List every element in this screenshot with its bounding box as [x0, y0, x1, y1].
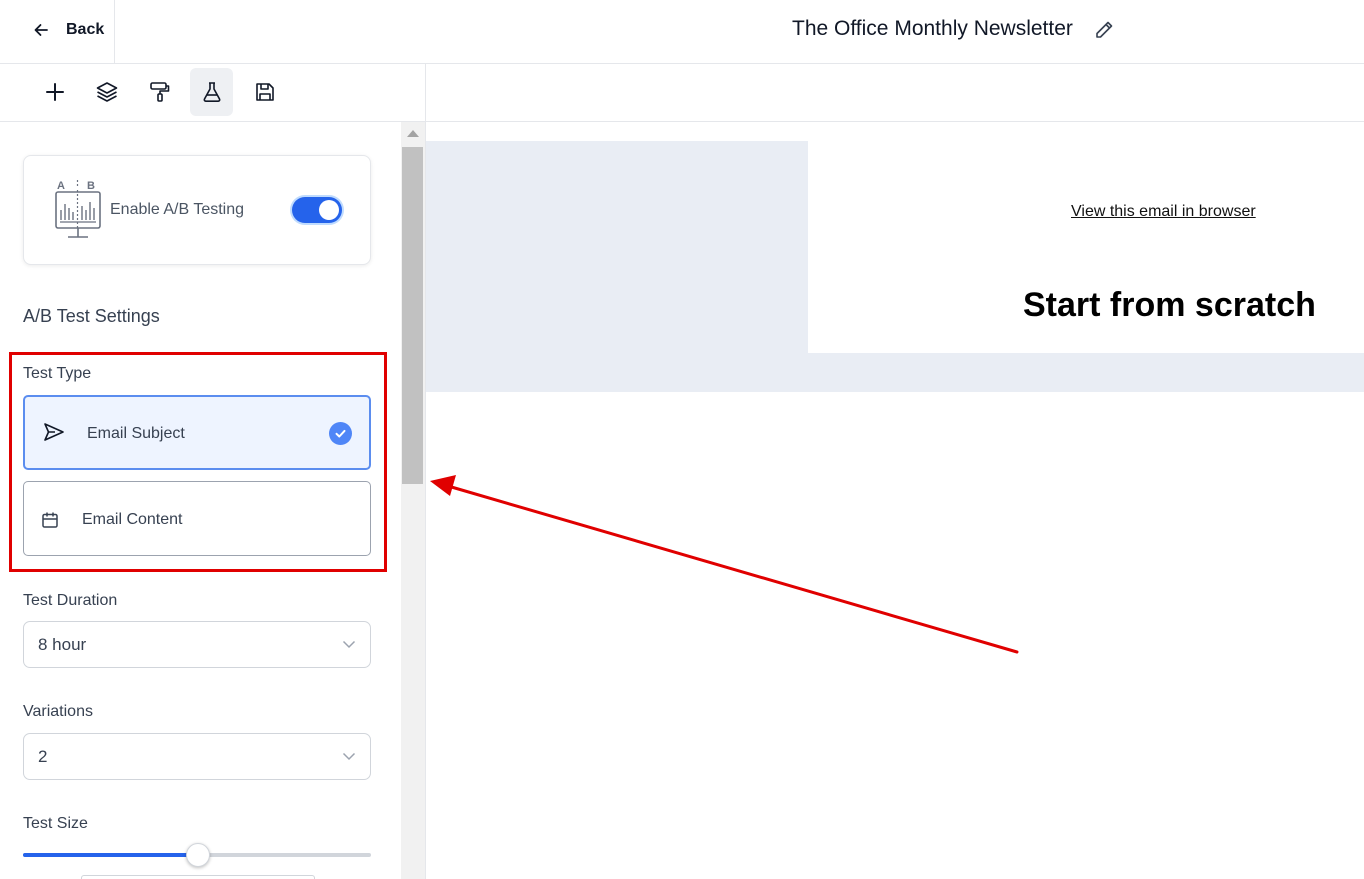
email-headline: Start from scratch — [1023, 286, 1316, 324]
scrollbar-thumb[interactable] — [402, 147, 423, 484]
back-label: Back — [66, 21, 105, 38]
layers-icon — [96, 82, 117, 102]
ab-settings-heading: A/B Test Settings — [23, 306, 160, 326]
ab-test-button[interactable] — [190, 68, 233, 116]
test-duration-select[interactable]: 8 hour — [23, 621, 371, 668]
view-in-browser-link[interactable]: View this email in browser — [1071, 203, 1256, 221]
toggle-knob — [319, 200, 339, 220]
ab-settings-sidebar: A B Enable A/B Testing A/B Test Settings… — [0, 122, 400, 879]
enable-ab-testing-label: Enable A/B Testing — [110, 201, 245, 218]
add-block-button[interactable] — [33, 68, 76, 116]
add-icon — [45, 83, 64, 101]
chevron-down-icon — [342, 640, 356, 649]
scroll-up-arrow-icon[interactable] — [407, 130, 419, 137]
arrow-left-icon — [34, 24, 48, 36]
ab-icon-letter-b: B — [87, 180, 95, 192]
sidebar-scrollbar[interactable] — [401, 122, 426, 879]
ab-test-chart-icon: A B — [55, 180, 101, 238]
newsletter-title: The Office Monthly Newsletter — [792, 17, 1073, 40]
variations-select[interactable]: 2 — [23, 733, 371, 780]
canvas-toolbar-area — [426, 64, 1364, 122]
variations-label: Variations — [23, 703, 93, 720]
flask-icon — [203, 82, 220, 102]
enable-ab-testing-toggle[interactable] — [292, 197, 342, 223]
top-bar: Back The Office Monthly Newsletter — [0, 0, 1364, 64]
test-size-input-partial[interactable] — [81, 875, 315, 879]
test-size-label: Test Size — [23, 815, 88, 832]
paint-roller-icon — [149, 82, 169, 102]
style-button[interactable] — [138, 68, 181, 116]
email-canvas: View this email in browser Start from sc… — [426, 122, 1364, 879]
variations-value: 2 — [38, 747, 48, 766]
save-icon — [255, 83, 274, 101]
chevron-down-icon — [342, 752, 356, 761]
save-button[interactable] — [243, 68, 286, 116]
test-duration-label: Test Duration — [23, 592, 118, 609]
ab-icon-letter-a: A — [57, 180, 65, 192]
annotation-highlight-box — [9, 352, 387, 572]
ab-testing-card: A B Enable A/B Testing — [23, 155, 371, 265]
editor-toolbar — [0, 64, 426, 122]
test-size-slider-thumb[interactable] — [186, 843, 210, 867]
test-duration-value: 8 hour — [38, 635, 87, 654]
pencil-icon[interactable] — [1093, 19, 1115, 41]
layers-button[interactable] — [85, 68, 128, 116]
test-size-slider-fill — [23, 853, 197, 857]
back-button[interactable]: Back — [0, 0, 115, 63]
email-header-block[interactable]: View this email in browser Start from sc… — [808, 141, 1364, 353]
test-size-slider[interactable] — [23, 843, 371, 867]
